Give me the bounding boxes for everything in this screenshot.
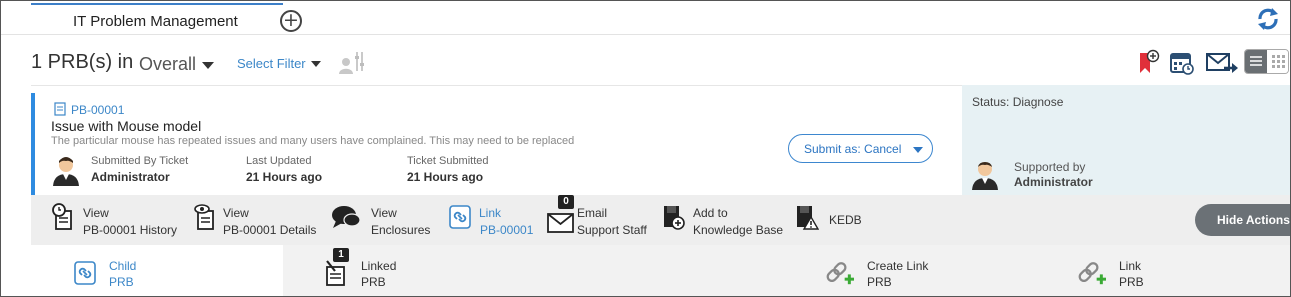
tab-line2: PRB	[1119, 275, 1144, 289]
action-line1: Link	[479, 206, 502, 220]
chat-bubbles-icon	[332, 206, 361, 228]
list-header: 1 PRB(s) in Overall Select Filter	[1, 36, 1290, 84]
tab-it-problem-management[interactable]: IT Problem Management +	[31, 3, 302, 34]
link-icon	[74, 261, 96, 285]
action-line1: View	[223, 206, 249, 220]
supported-by-label: Supported by	[1014, 160, 1086, 174]
action-label: KEDB	[829, 213, 862, 227]
tab-create-link-prb[interactable]: Create Link PRB	[821, 245, 1021, 296]
tab-line2: PRB	[361, 275, 386, 289]
tab-line1: Link	[1119, 259, 1142, 273]
tab-line1: Create Link	[867, 259, 929, 273]
chevron-down-icon[interactable]	[311, 61, 321, 67]
add-bookmark-icon[interactable]	[1135, 49, 1161, 75]
linked-document-icon	[326, 260, 345, 286]
avatar	[972, 162, 998, 190]
submit-button-label: Submit as: Cancel	[804, 142, 902, 156]
hide-actions-label: Hide Actions	[1217, 213, 1290, 227]
tab-label: IT Problem Management	[73, 13, 238, 30]
linked-count-badge: 1	[333, 248, 349, 262]
add-link-icon	[1078, 262, 1106, 285]
email-icon	[547, 213, 574, 233]
list-view-icon[interactable]	[1245, 50, 1267, 73]
action-line1: Add to	[693, 206, 728, 220]
tab-child-prb[interactable]: Child PRB	[31, 245, 283, 296]
add-knowledge-icon	[664, 206, 685, 230]
scope-dropdown[interactable]: Overall	[139, 54, 196, 75]
action-kedb[interactable]: KEDB	[795, 203, 875, 239]
ticket-submitted-label: Ticket Submitted	[407, 155, 489, 167]
action-add-to-knowledge-base[interactable]: Add to Knowledge Base	[661, 203, 791, 239]
tab-bar: IT Problem Management +	[1, 1, 1290, 35]
action-line2: PB-00001 History	[83, 223, 178, 237]
last-updated-label: Last Updated	[246, 155, 312, 167]
kedb-warning-icon	[797, 206, 819, 230]
email-count-badge: 0	[558, 195, 574, 209]
action-line2: PB-00001	[480, 223, 534, 237]
tab-linked-prb[interactable]: 1 Linked PRB	[283, 245, 533, 296]
card-accent-bar	[31, 93, 35, 195]
history-document-icon	[52, 203, 72, 230]
tab-line1: Child	[109, 259, 137, 273]
link-icon	[449, 205, 471, 229]
action-view-history[interactable]: View PB-00001 History	[51, 203, 181, 239]
submit-as-cancel-button[interactable]: Submit as: Cancel	[788, 134, 933, 163]
action-line2: Support Staff	[577, 223, 647, 237]
submitted-by-value: Administrator	[91, 170, 170, 184]
prb-count: 1 PRB(s) in	[31, 51, 134, 73]
details-document-icon	[194, 204, 214, 230]
submitted-by-label: Submitted By Ticket	[91, 155, 189, 167]
action-line2: PB-00001 Details	[223, 223, 317, 237]
tab-line2: PRB	[867, 275, 892, 289]
action-link[interactable]: Link PB-00001	[449, 203, 541, 239]
chevron-down-icon[interactable]	[202, 62, 214, 69]
hide-actions-button[interactable]: Hide Actions	[1195, 204, 1290, 236]
grid-view-icon[interactable]	[1267, 50, 1289, 73]
supported-by-value: Administrator	[1014, 175, 1093, 189]
avatar	[53, 157, 79, 186]
status-panel: Status: Diagnose Supported by Administra…	[962, 85, 1290, 195]
action-line2: Knowledge Base	[693, 223, 784, 237]
action-view-details[interactable]: View PB-00001 Details	[193, 203, 323, 239]
problem-id-link[interactable]: PB-00001	[71, 103, 124, 117]
app-frame: IT Problem Management + 1 PRB(s) in Over…	[0, 0, 1291, 297]
tab-line2: PRB	[109, 275, 134, 289]
action-view-enclosures[interactable]: View Enclosures	[331, 203, 441, 239]
schedule-calendar-icon[interactable]	[1169, 50, 1195, 76]
chevron-down-icon[interactable]	[913, 147, 923, 153]
status-text: Status: Diagnose	[972, 95, 1064, 109]
last-updated-value: 21 Hours ago	[246, 170, 323, 184]
select-filter-dropdown[interactable]: Select Filter	[237, 56, 306, 71]
tab-link-prb[interactable]: Link PRB	[1073, 245, 1273, 296]
action-line1: View	[371, 206, 397, 220]
action-line1: View	[83, 206, 109, 220]
action-line2: Enclosures	[371, 223, 431, 237]
relation-tabs: Child PRB 1 Linked PRB Create Link PRB L…	[31, 245, 1290, 296]
view-mode-toggle[interactable]	[1244, 49, 1289, 74]
user-filter-settings-icon[interactable]	[338, 49, 364, 75]
refresh-icon[interactable]	[1254, 5, 1282, 33]
email-forward-icon[interactable]	[1206, 51, 1238, 75]
actions-bar: View PB-00001 History View PB-00001 Deta…	[31, 195, 1290, 245]
document-icon	[54, 102, 66, 116]
tab-line1: Linked	[361, 259, 397, 273]
action-email-support-staff[interactable]: 0 Email Support Staff	[547, 195, 657, 239]
create-link-icon	[826, 262, 854, 285]
problem-title[interactable]: Issue with Mouse model	[51, 118, 201, 134]
action-line1: Email	[577, 206, 608, 220]
ticket-submitted-value: 21 Hours ago	[407, 170, 484, 184]
problem-description: The particular mouse has repeated issues…	[51, 135, 575, 147]
add-tab-icon[interactable]: +	[280, 10, 302, 32]
